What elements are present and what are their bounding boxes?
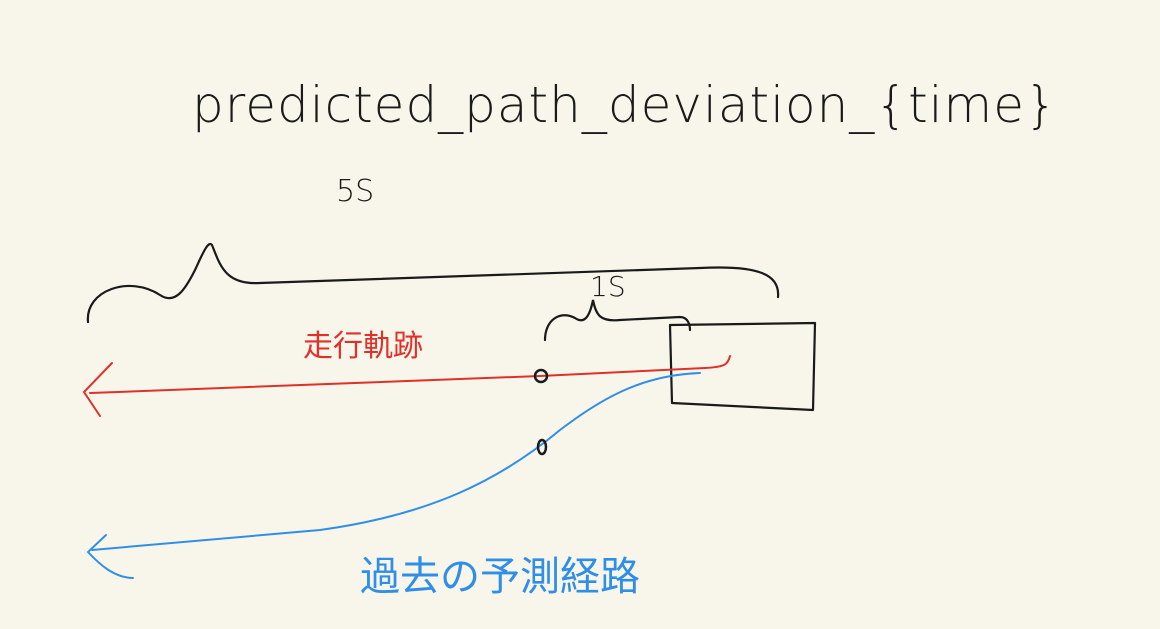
label-1s: 1S: [590, 270, 626, 303]
predicted-point: [536, 438, 548, 456]
diagram-canvas: predicted_path_deviation_{time} 5S 1S 走行…: [0, 0, 1160, 629]
predicted-arrowhead: [86, 534, 134, 579]
label-5s: 5S: [336, 174, 374, 209]
diagram-title: predicted_path_deviation_{time}: [192, 76, 1058, 134]
label-past-predicted-path: 過去の予測経路: [360, 554, 640, 600]
vehicle-box: [668, 321, 817, 412]
sketch: predicted_path_deviation_{time} 5S 1S 走行…: [82, 76, 1058, 600]
brace-5s: [86, 242, 780, 324]
brace-1s: [543, 299, 692, 342]
label-driving-trajectory: 走行軌跡: [303, 329, 423, 364]
trajectory-arrowhead: [82, 362, 113, 417]
past-predicted-path-line: [91, 372, 701, 551]
